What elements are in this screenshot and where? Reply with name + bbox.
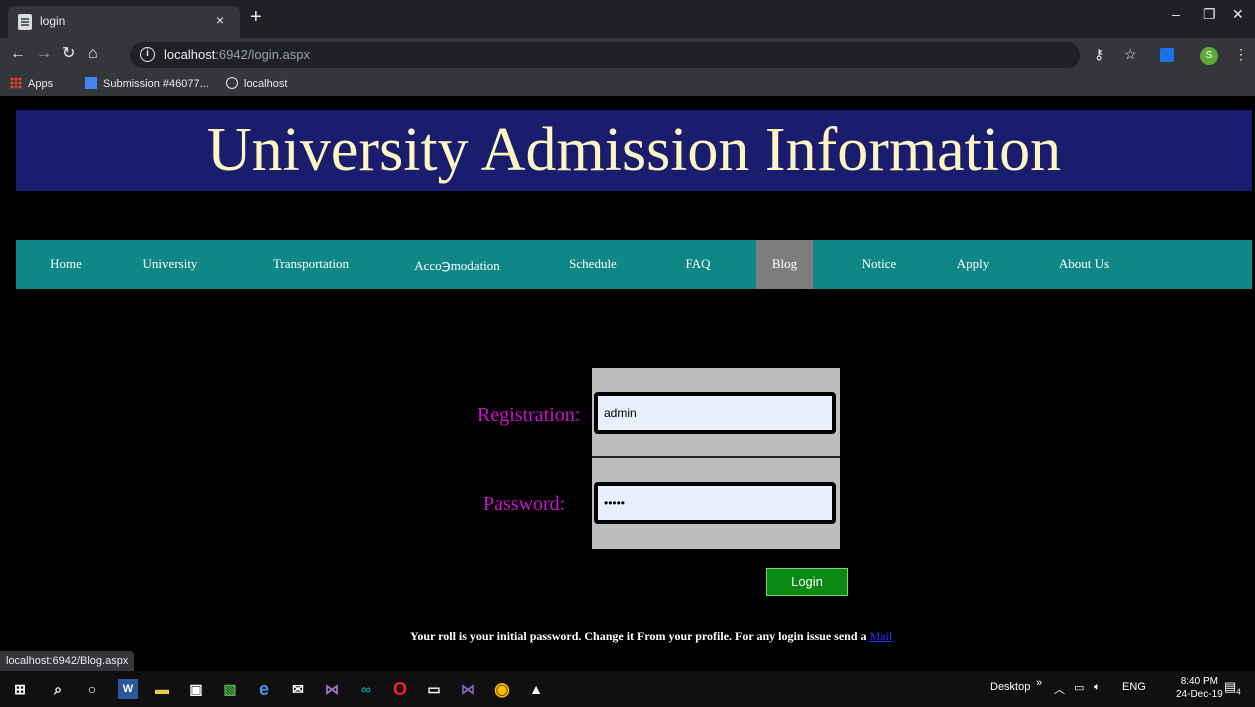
edge-icon[interactable]: e xyxy=(254,679,274,699)
mail-app-icon[interactable]: ✉ xyxy=(288,679,308,699)
bookmark-localhost[interactable]: localhost xyxy=(226,77,287,90)
link-status-bubble: localhost:6942/Blog.aspx xyxy=(0,651,135,671)
registration-label: Registration: xyxy=(477,404,581,426)
volume-icon[interactable]: 🔈︎ xyxy=(1094,681,1101,694)
forward-arrow-icon[interactable]: → xyxy=(36,45,52,63)
nav-university[interactable]: University xyxy=(130,240,210,289)
maximize-button[interactable]: ❐ xyxy=(1203,6,1216,23)
site-title: University Admission Information xyxy=(206,116,1062,184)
clock-date: 24-Dec-19 xyxy=(1176,689,1223,700)
tab-title: login xyxy=(40,14,66,28)
bookmark-favicon-icon xyxy=(85,77,97,89)
back-arrow-icon[interactable]: ← xyxy=(10,45,26,63)
show-hidden-icons-icon[interactable]: ︿ xyxy=(1054,681,1065,697)
page-content: University Admission Information Home Un… xyxy=(0,96,1255,671)
home-icon[interactable]: ⌂ xyxy=(88,45,98,63)
nav-about-us[interactable]: About Us xyxy=(1046,240,1122,289)
photos-icon[interactable]: ▲ xyxy=(526,679,546,699)
cortana-icon[interactable]: ○ xyxy=(82,679,102,699)
bookmarks-bar: Apps Submission #46077... localhost xyxy=(0,72,1255,96)
notification-count: 4 xyxy=(1236,687,1241,697)
nav-home[interactable]: Home xyxy=(42,240,90,289)
form-divider xyxy=(592,456,840,458)
store-icon[interactable]: ▣ xyxy=(186,679,206,699)
bookmark-submission-label: Submission #46077... xyxy=(103,78,209,90)
site-info-icon[interactable]: i xyxy=(140,47,155,62)
password-input[interactable] xyxy=(594,482,836,524)
minimize-button[interactable]: – xyxy=(1172,6,1180,22)
address-bar[interactable]: i localhost:6942/login.aspx xyxy=(130,42,1080,68)
page-favicon-icon xyxy=(18,14,32,30)
menu-kebab-icon[interactable]: ⋮ xyxy=(1234,46,1248,63)
nav-schedule[interactable]: Schedule xyxy=(558,240,628,289)
chrome-icon[interactable]: ◉ xyxy=(492,679,512,699)
mail-link[interactable]: Mail xyxy=(870,629,893,643)
nav-accommodation[interactable]: Acco℈modation xyxy=(402,242,512,291)
nav-blog[interactable]: Blog xyxy=(756,240,813,289)
url-text: localhost:6942/login.aspx xyxy=(164,47,310,62)
login-help-text: Your roll is your initial password. Chan… xyxy=(410,629,892,644)
visual-studio-icon[interactable]: ⋈ xyxy=(458,679,478,699)
nav-notice[interactable]: Notice xyxy=(850,240,908,289)
clock-time: 8:40 PM xyxy=(1180,676,1218,687)
opera-icon[interactable]: O xyxy=(390,679,410,699)
bookmark-star-icon[interactable]: ☆ xyxy=(1124,46,1137,63)
browser-titlebar: login × + – ❐ ✕ xyxy=(0,0,1255,38)
browser-toolbar: ← → ↻ ⌂ i localhost:6942/login.aspx ⚷ ☆ … xyxy=(0,38,1255,72)
bookmark-localhost-label: localhost xyxy=(244,78,288,90)
tab-close-icon[interactable]: × xyxy=(216,12,224,28)
word-icon[interactable]: W xyxy=(118,679,138,699)
nav-apply[interactable]: Apply xyxy=(948,240,998,289)
network-icon[interactable]: ▭ xyxy=(1074,681,1084,694)
reload-icon[interactable]: ↻ xyxy=(62,45,75,63)
apps-grid-icon xyxy=(10,77,22,89)
login-help-message: Your roll is your initial password. Chan… xyxy=(410,629,870,643)
notification-center-icon[interactable]: ▤4 xyxy=(1224,679,1241,697)
bookmark-submission[interactable]: Submission #46077... xyxy=(85,77,209,90)
windows-start-icon[interactable]: ⊞ xyxy=(10,679,30,699)
maps-app-icon[interactable]: ▧ xyxy=(220,679,240,699)
desktop-chevron-icon[interactable]: » xyxy=(1036,677,1042,689)
bookmark-apps-label: Apps xyxy=(28,78,54,90)
new-tab-button[interactable]: + xyxy=(250,6,262,28)
terminal-icon[interactable]: ▭ xyxy=(424,679,444,699)
windows-taskbar: ⊞ ⌕ ○ W ▬ ▣ ▧ e ✉ ⋈ ∞ O ▭ ⋈ ◉ ▲ Desktop … xyxy=(0,671,1255,707)
system-clock[interactable]: 8:40 PM 24-Dec-19 xyxy=(1176,675,1223,701)
nav-faq[interactable]: FAQ xyxy=(676,240,720,289)
profile-avatar[interactable]: S xyxy=(1200,47,1218,65)
close-window-button[interactable]: ✕ xyxy=(1232,6,1244,23)
url-host: localhost xyxy=(164,47,216,62)
desktop-toolbar[interactable]: Desktop xyxy=(990,681,1030,693)
key-icon[interactable]: ⚷ xyxy=(1094,46,1104,63)
bookmark-apps[interactable]: Apps xyxy=(10,77,53,90)
main-nav: Home University Transportation Acco℈moda… xyxy=(16,240,1252,289)
login-button[interactable]: Login xyxy=(766,568,848,596)
globe-icon xyxy=(226,77,238,89)
search-icon[interactable]: ⌕ xyxy=(48,679,68,699)
extension-icon[interactable] xyxy=(1160,48,1174,62)
arduino-icon[interactable]: ∞ xyxy=(356,679,376,699)
url-path: :6942/login.aspx xyxy=(215,47,310,62)
browser-tab-login[interactable]: login × xyxy=(8,6,240,38)
language-indicator[interactable]: ENG xyxy=(1122,681,1146,693)
visual-studio-code-icon[interactable]: ⋈ xyxy=(322,679,342,699)
site-banner: University Admission Information xyxy=(16,110,1252,191)
file-explorer-icon[interactable]: ▬ xyxy=(152,679,172,699)
password-label: Password: xyxy=(483,493,566,515)
registration-input[interactable] xyxy=(594,392,836,434)
nav-transportation[interactable]: Transportation xyxy=(256,240,366,289)
